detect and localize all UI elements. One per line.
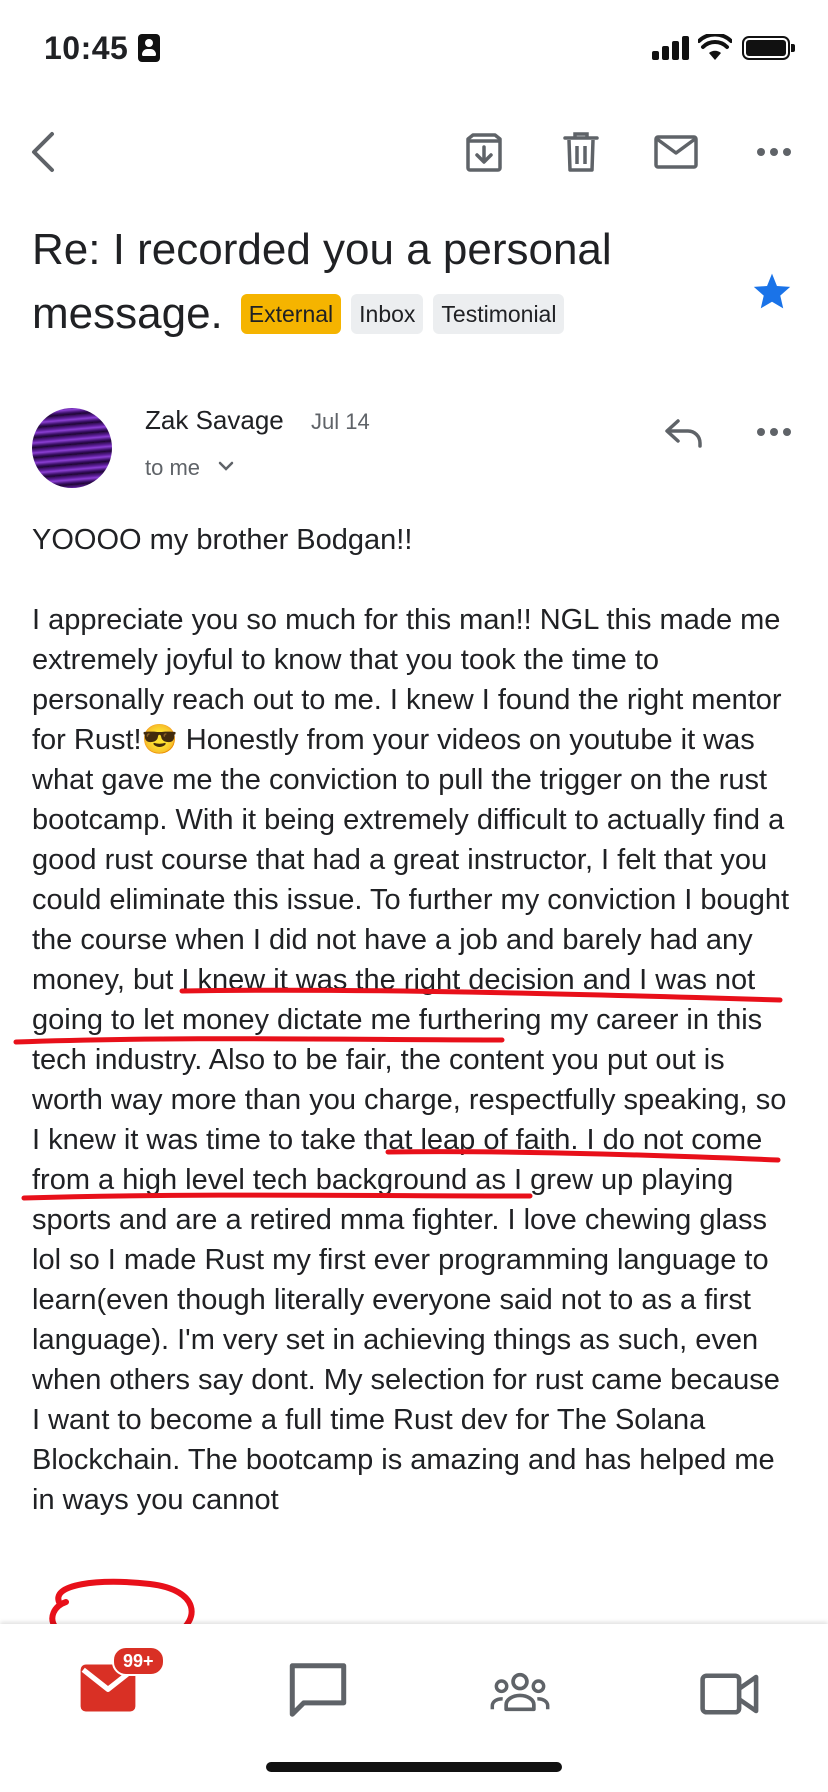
- more-horizontal-icon[interactable]: [756, 147, 792, 157]
- chat-icon[interactable]: [288, 1660, 348, 1720]
- body-text: , respectfully speaking, so I knew it wa…: [32, 1084, 787, 1516]
- archive-icon[interactable]: [464, 133, 504, 173]
- trash-icon[interactable]: [563, 131, 599, 173]
- home-indicator[interactable]: [266, 1762, 562, 1772]
- battery-icon: [742, 36, 795, 60]
- chevron-down-icon[interactable]: [218, 460, 234, 472]
- subject-line-2-row: message. External Inbox Testimonial: [32, 282, 732, 346]
- avatar[interactable]: [32, 408, 112, 488]
- subject-line-2: message.: [32, 289, 223, 338]
- label-chip-external[interactable]: External: [240, 294, 342, 334]
- star-icon[interactable]: [752, 272, 792, 310]
- arrow-back-icon[interactable]: [28, 130, 58, 174]
- sender-name: Zak Savage: [145, 405, 284, 435]
- email-body: YOOOO my brother Bodgan!! I appreciate y…: [32, 520, 796, 1520]
- label-chip-testimonial[interactable]: Testimonial: [433, 294, 565, 334]
- contact-card-icon: [138, 34, 160, 62]
- label-chip-inbox[interactable]: Inbox: [351, 294, 424, 334]
- spaces-icon[interactable]: [490, 1662, 550, 1722]
- email-paragraph: I appreciate you so much for this man!! …: [32, 600, 796, 1520]
- recipient-summary[interactable]: to me: [145, 455, 200, 481]
- sunglasses-emoji: 😎: [141, 724, 178, 756]
- message-more-icon[interactable]: [756, 427, 792, 437]
- unread-count-badge: 99+: [112, 1646, 165, 1676]
- mail-icon[interactable]: [654, 135, 698, 169]
- email-subject: Re: I recorded you a personal message. E…: [32, 218, 732, 346]
- meet-icon[interactable]: [700, 1664, 760, 1724]
- reply-icon[interactable]: [664, 418, 704, 448]
- subject-line-1: Re: I recorded you a personal: [32, 225, 612, 274]
- status-time: 10:45: [44, 30, 129, 66]
- status-bar: 10:45: [0, 0, 828, 100]
- email-greeting: YOOOO my brother Bodgan!!: [32, 524, 413, 556]
- wifi-icon: [698, 34, 732, 60]
- cellular-signal-icon: [652, 36, 690, 60]
- email-date: Jul 14: [311, 409, 370, 434]
